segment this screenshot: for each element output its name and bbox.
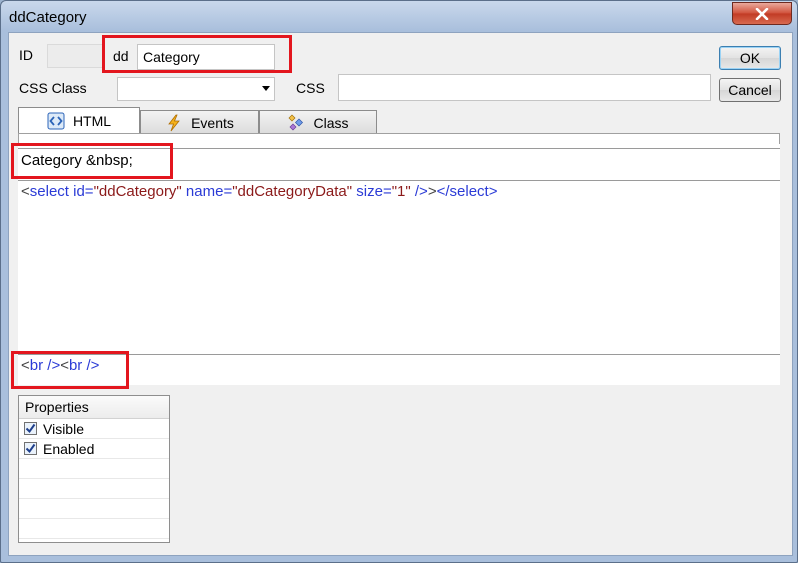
title-bar[interactable]: ddCategory (1, 1, 797, 33)
property-visible[interactable]: Visible (19, 419, 169, 439)
property-empty-row (19, 499, 169, 519)
divider (18, 180, 780, 181)
property-empty-row (19, 519, 169, 539)
close-button[interactable] (732, 2, 792, 25)
property-enabled[interactable]: Enabled (19, 439, 169, 459)
properties-list: Properties Visible Enabled (18, 395, 170, 543)
code-val-id: "ddCategory" (93, 183, 182, 200)
checkmark-icon (25, 443, 36, 454)
highlight-box-before (11, 143, 173, 179)
code-val-size: "1" (391, 183, 411, 200)
divider (18, 354, 780, 355)
enabled-checkbox[interactable] (24, 442, 37, 455)
property-empty-row (19, 459, 169, 479)
id-readonly-field (47, 44, 105, 68)
property-empty-row (19, 479, 169, 499)
tab-class[interactable]: Class (259, 110, 377, 134)
html-code-icon (47, 112, 65, 130)
dialog-window: ddCategory ID dd Category CSS Class CSS … (0, 0, 798, 563)
tab-class-label: Class (313, 114, 349, 131)
highlight-box-id (102, 35, 292, 73)
checkmark-icon (25, 423, 36, 434)
close-icon (755, 7, 769, 20)
chevron-down-icon (262, 86, 270, 91)
id-label: ID (19, 47, 33, 63)
highlight-box-after (11, 351, 129, 389)
visible-label: Visible (43, 420, 84, 437)
tab-html[interactable]: HTML (18, 107, 140, 133)
tab-html-label: HTML (72, 112, 112, 129)
cancel-button[interactable]: Cancel (719, 78, 781, 102)
tab-events[interactable]: Events (140, 110, 259, 134)
code-close-tag: </select> (436, 183, 498, 200)
dialog-body: ID dd Category CSS Class CSS OK Cancel H… (8, 32, 793, 556)
css-class-label: CSS Class (19, 80, 87, 96)
tab-events-label: Events (191, 114, 234, 131)
visible-checkbox[interactable] (24, 422, 37, 435)
code-attr-size: size= (352, 183, 392, 200)
code-self-close: /> (410, 183, 428, 200)
css-label: CSS (296, 80, 325, 96)
class-icon (287, 114, 305, 132)
window-title: ddCategory (9, 9, 87, 26)
code-gt: > (427, 183, 437, 200)
code-attr-name: name= (181, 183, 233, 200)
control-markup-editor[interactable]: <select id="ddCategory" name="ddCategory… (21, 183, 497, 200)
code-val-name: "ddCategoryData" (232, 183, 353, 200)
css-class-select[interactable] (117, 77, 275, 101)
lightning-icon (165, 114, 183, 132)
css-input[interactable] (338, 74, 711, 101)
code-tag-select: select (29, 183, 69, 200)
code-lt: < (21, 183, 30, 200)
ok-button[interactable]: OK (719, 46, 781, 70)
code-attr-id: id= (68, 183, 94, 200)
properties-header: Properties (19, 396, 169, 419)
enabled-label: Enabled (43, 440, 95, 457)
